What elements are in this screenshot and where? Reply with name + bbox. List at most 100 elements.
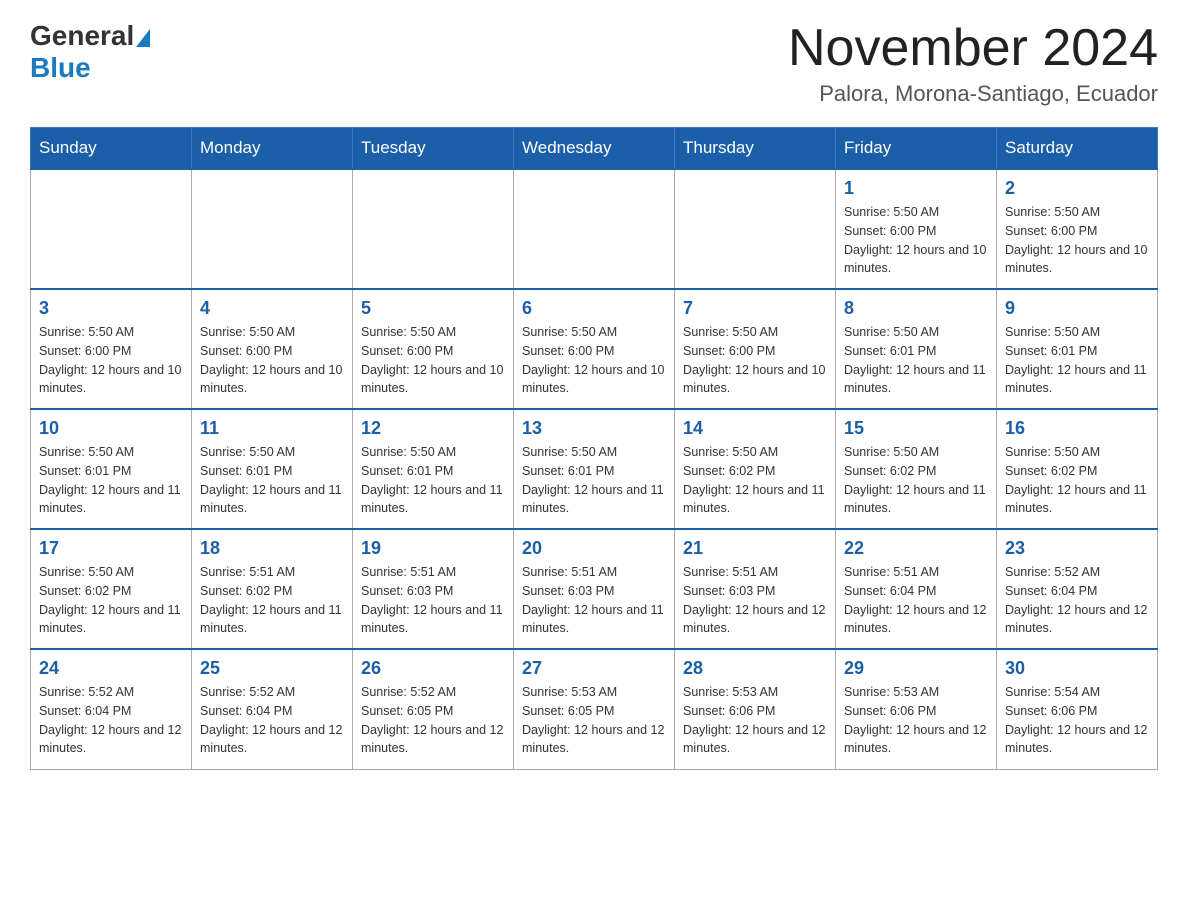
day-sun-info: Sunrise: 5:53 AMSunset: 6:06 PMDaylight:…	[683, 683, 827, 758]
day-number: 11	[200, 418, 344, 439]
day-sun-info: Sunrise: 5:50 AMSunset: 6:01 PMDaylight:…	[522, 443, 666, 518]
calendar-cell: 10 Sunrise: 5:50 AMSunset: 6:01 PMDayligh…	[31, 409, 192, 529]
calendar-cell: 3 Sunrise: 5:50 AMSunset: 6:00 PMDaylight…	[31, 289, 192, 409]
calendar-cell	[514, 169, 675, 289]
calendar-cell: 5 Sunrise: 5:50 AMSunset: 6:00 PMDaylight…	[353, 289, 514, 409]
calendar-cell: 12Sunrise: 5:50 AMSunset: 6:01 PMDayligh…	[353, 409, 514, 529]
day-sun-info: Sunrise: 5:50 AMSunset: 6:00 PMDaylight:…	[361, 323, 505, 398]
day-sun-info: Sunrise: 5:54 AMSunset: 6:06 PMDaylight:…	[1005, 683, 1149, 758]
calendar-cell	[31, 169, 192, 289]
day-number: 28	[683, 658, 827, 679]
calendar-cell: 15 Sunrise: 5:50 AMSunset: 6:02 PMDayligh…	[836, 409, 997, 529]
calendar-cell: 4 Sunrise: 5:50 AMSunset: 6:00 PMDaylight…	[192, 289, 353, 409]
col-header-tuesday: Tuesday	[353, 128, 514, 170]
col-header-thursday: Thursday	[675, 128, 836, 170]
day-sun-info: Sunrise: 5:50 AMSunset: 6:00 PMDaylight:…	[1005, 203, 1149, 278]
calendar-week-row: 1 Sunrise: 5:50 AMSunset: 6:00 PMDaylight…	[31, 169, 1158, 289]
calendar-cell	[353, 169, 514, 289]
calendar-cell: 14 Sunrise: 5:50 AMSunset: 6:02 PMDayligh…	[675, 409, 836, 529]
calendar-cell: 28 Sunrise: 5:53 AMSunset: 6:06 PMDayligh…	[675, 649, 836, 769]
calendar-week-row: 17 Sunrise: 5:50 AMSunset: 6:02 PMDayligh…	[31, 529, 1158, 649]
day-number: 15	[844, 418, 988, 439]
day-number: 21	[683, 538, 827, 559]
calendar-cell: 17 Sunrise: 5:50 AMSunset: 6:02 PMDayligh…	[31, 529, 192, 649]
calendar-cell: 19 Sunrise: 5:51 AMSunset: 6:03 PMDayligh…	[353, 529, 514, 649]
calendar-cell: 18Sunrise: 5:51 AMSunset: 6:02 PMDayligh…	[192, 529, 353, 649]
day-number: 22	[844, 538, 988, 559]
day-sun-info: Sunrise: 5:50 AMSunset: 6:01 PMDaylight:…	[39, 443, 183, 518]
day-sun-info: Sunrise: 5:51 AMSunset: 6:04 PMDaylight:…	[844, 563, 988, 638]
day-number: 1	[844, 178, 988, 199]
day-sun-info: Sunrise: 5:53 AMSunset: 6:06 PMDaylight:…	[844, 683, 988, 758]
month-title: November 2024	[788, 20, 1158, 77]
calendar-cell: 22 Sunrise: 5:51 AMSunset: 6:04 PMDayligh…	[836, 529, 997, 649]
day-number: 5	[361, 298, 505, 319]
day-number: 14	[683, 418, 827, 439]
day-sun-info: Sunrise: 5:50 AMSunset: 6:01 PMDaylight:…	[1005, 323, 1149, 398]
day-sun-info: Sunrise: 5:50 AMSunset: 6:00 PMDaylight:…	[200, 323, 344, 398]
calendar-week-row: 3 Sunrise: 5:50 AMSunset: 6:00 PMDaylight…	[31, 289, 1158, 409]
day-sun-info: Sunrise: 5:50 AMSunset: 6:02 PMDaylight:…	[1005, 443, 1149, 518]
calendar-cell	[675, 169, 836, 289]
calendar-cell: 6Sunrise: 5:50 AMSunset: 6:00 PMDaylight…	[514, 289, 675, 409]
day-number: 3	[39, 298, 183, 319]
day-sun-info: Sunrise: 5:50 AMSunset: 6:00 PMDaylight:…	[39, 323, 183, 398]
logo-blue-text: Blue	[30, 52, 91, 84]
calendar-cell: 8 Sunrise: 5:50 AMSunset: 6:01 PMDaylight…	[836, 289, 997, 409]
title-area: November 2024 Palora, Morona-Santiago, E…	[788, 20, 1158, 107]
day-number: 13	[522, 418, 666, 439]
day-number: 27	[522, 658, 666, 679]
day-number: 23	[1005, 538, 1149, 559]
day-sun-info: Sunrise: 5:51 AMSunset: 6:03 PMDaylight:…	[361, 563, 505, 638]
calendar-cell: 24Sunrise: 5:52 AMSunset: 6:04 PMDayligh…	[31, 649, 192, 769]
calendar-cell: 27 Sunrise: 5:53 AMSunset: 6:05 PMDayligh…	[514, 649, 675, 769]
day-sun-info: Sunrise: 5:50 AMSunset: 6:01 PMDaylight:…	[844, 323, 988, 398]
day-sun-info: Sunrise: 5:52 AMSunset: 6:04 PMDaylight:…	[39, 683, 183, 758]
col-header-sunday: Sunday	[31, 128, 192, 170]
day-number: 26	[361, 658, 505, 679]
day-sun-info: Sunrise: 5:50 AMSunset: 6:02 PMDaylight:…	[39, 563, 183, 638]
calendar-cell: 26 Sunrise: 5:52 AMSunset: 6:05 PMDayligh…	[353, 649, 514, 769]
col-header-friday: Friday	[836, 128, 997, 170]
day-number: 10	[39, 418, 183, 439]
day-sun-info: Sunrise: 5:53 AMSunset: 6:05 PMDaylight:…	[522, 683, 666, 758]
calendar-cell: 1 Sunrise: 5:50 AMSunset: 6:00 PMDaylight…	[836, 169, 997, 289]
logo-general-text: General	[30, 20, 134, 52]
col-header-saturday: Saturday	[997, 128, 1158, 170]
calendar-table: SundayMondayTuesdayWednesdayThursdayFrid…	[30, 127, 1158, 770]
day-number: 16	[1005, 418, 1149, 439]
calendar-cell: 11Sunrise: 5:50 AMSunset: 6:01 PMDayligh…	[192, 409, 353, 529]
day-sun-info: Sunrise: 5:51 AMSunset: 6:03 PMDaylight:…	[683, 563, 827, 638]
header: General Blue November 2024 Palora, Moron…	[30, 20, 1158, 107]
day-sun-info: Sunrise: 5:51 AMSunset: 6:03 PMDaylight:…	[522, 563, 666, 638]
calendar-cell: 9 Sunrise: 5:50 AMSunset: 6:01 PMDaylight…	[997, 289, 1158, 409]
calendar-cell: 21 Sunrise: 5:51 AMSunset: 6:03 PMDayligh…	[675, 529, 836, 649]
day-number: 8	[844, 298, 988, 319]
calendar-cell: 30 Sunrise: 5:54 AMSunset: 6:06 PMDayligh…	[997, 649, 1158, 769]
day-number: 4	[200, 298, 344, 319]
logo-blue-part	[134, 25, 150, 47]
day-sun-info: Sunrise: 5:50 AMSunset: 6:02 PMDaylight:…	[683, 443, 827, 518]
calendar-header-row: SundayMondayTuesdayWednesdayThursdayFrid…	[31, 128, 1158, 170]
day-number: 30	[1005, 658, 1149, 679]
calendar-week-row: 10 Sunrise: 5:50 AMSunset: 6:01 PMDayligh…	[31, 409, 1158, 529]
day-sun-info: Sunrise: 5:50 AMSunset: 6:02 PMDaylight:…	[844, 443, 988, 518]
day-sun-info: Sunrise: 5:52 AMSunset: 6:05 PMDaylight:…	[361, 683, 505, 758]
location-subtitle: Palora, Morona-Santiago, Ecuador	[788, 81, 1158, 107]
logo-arrow-icon	[136, 29, 150, 47]
day-number: 7	[683, 298, 827, 319]
day-sun-info: Sunrise: 5:52 AMSunset: 6:04 PMDaylight:…	[1005, 563, 1149, 638]
calendar-cell: 16 Sunrise: 5:50 AMSunset: 6:02 PMDayligh…	[997, 409, 1158, 529]
calendar-cell: 20 Sunrise: 5:51 AMSunset: 6:03 PMDayligh…	[514, 529, 675, 649]
day-sun-info: Sunrise: 5:50 AMSunset: 6:00 PMDaylight:…	[844, 203, 988, 278]
calendar-cell: 2Sunrise: 5:50 AMSunset: 6:00 PMDaylight…	[997, 169, 1158, 289]
day-number: 20	[522, 538, 666, 559]
day-sun-info: Sunrise: 5:50 AMSunset: 6:00 PMDaylight:…	[683, 323, 827, 398]
day-number: 17	[39, 538, 183, 559]
day-number: 19	[361, 538, 505, 559]
col-header-wednesday: Wednesday	[514, 128, 675, 170]
day-number: 9	[1005, 298, 1149, 319]
calendar-cell: 29Sunrise: 5:53 AMSunset: 6:06 PMDayligh…	[836, 649, 997, 769]
day-sun-info: Sunrise: 5:51 AMSunset: 6:02 PMDaylight:…	[200, 563, 344, 638]
day-sun-info: Sunrise: 5:50 AMSunset: 6:01 PMDaylight:…	[361, 443, 505, 518]
